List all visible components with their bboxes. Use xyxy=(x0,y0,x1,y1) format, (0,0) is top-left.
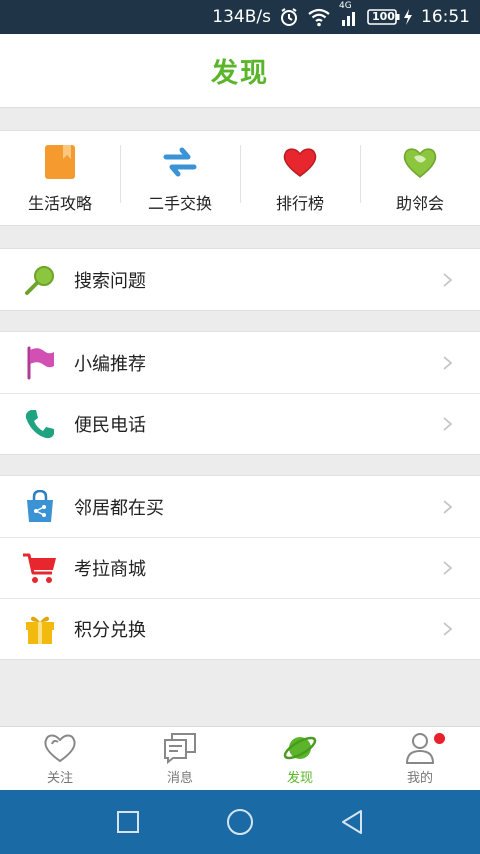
flag-icon xyxy=(22,345,58,381)
chevron-right-icon xyxy=(443,355,453,370)
menu-item-service-phone[interactable]: 便民电话 xyxy=(0,393,480,454)
heart-icon xyxy=(280,142,320,182)
phone-icon xyxy=(22,406,58,442)
user-icon xyxy=(402,731,438,765)
clock: 16:51 xyxy=(421,7,470,27)
menu-item-label: 邻居都在买 xyxy=(74,497,164,519)
chevron-right-icon xyxy=(443,561,453,575)
back-button[interactable] xyxy=(322,802,382,842)
tab-label: 关注 xyxy=(46,771,73,786)
quick-item-life-guide[interactable]: 生活攻略 xyxy=(0,131,120,225)
alarm-icon xyxy=(279,7,299,27)
tab-label: 发现 xyxy=(286,771,313,786)
tab-label: 我的 xyxy=(406,771,433,786)
notification-badge xyxy=(434,733,445,744)
search-icon xyxy=(22,262,58,298)
quick-item-label: 助邻会 xyxy=(395,194,444,213)
book-icon xyxy=(40,142,80,182)
menu-group-search: 搜索问题 xyxy=(0,248,480,311)
menu-item-points-exchange[interactable]: 积分兑换 xyxy=(0,598,480,659)
quick-item-label: 二手交换 xyxy=(147,194,212,213)
circle-icon xyxy=(227,809,253,835)
quick-item-second-hand[interactable]: 二手交换 xyxy=(120,131,240,225)
message-icon xyxy=(162,731,198,765)
recent-apps-button[interactable] xyxy=(98,802,158,842)
menu-item-label: 便民电话 xyxy=(74,415,146,436)
menu-item-editor-picks[interactable]: 小编推荐 xyxy=(0,332,480,393)
network-type: 4G xyxy=(339,1,352,11)
menu-item-kaola-mall[interactable]: 考拉商城 xyxy=(0,537,480,598)
shopping-bag-icon xyxy=(22,489,58,525)
square-icon xyxy=(117,811,139,833)
swap-arrows-icon xyxy=(160,142,200,182)
quick-item-label: 生活攻略 xyxy=(27,194,92,213)
tab-follow[interactable]: 关注 xyxy=(0,727,120,790)
menu-group-shopping: 邻居都在买 考拉商城 积分兑换 xyxy=(0,475,480,660)
status-bar: 134B/s 4G 100 16:51 xyxy=(0,0,480,34)
shopping-cart-icon xyxy=(22,550,58,586)
gift-icon xyxy=(22,611,58,647)
menu-item-label: 小编推荐 xyxy=(74,353,146,375)
menu-item-label: 考拉商城 xyxy=(74,559,146,580)
tab-discover[interactable]: 发现 xyxy=(240,727,360,790)
charging-icon xyxy=(403,8,413,26)
menu-item-neighbors-buy[interactable]: 邻居都在买 xyxy=(0,476,480,537)
network-speed: 134B/s xyxy=(212,7,271,27)
home-button[interactable] xyxy=(210,802,270,842)
quick-entry-grid: 生活攻略 二手交换 排行榜 助邻会 xyxy=(0,130,480,226)
quick-item-ranking[interactable]: 排行榜 xyxy=(240,131,360,225)
wifi-icon xyxy=(307,7,331,27)
cellular-signal-icon: 4G xyxy=(339,1,359,27)
menu-item-label: 搜索问题 xyxy=(74,270,146,292)
chevron-right-icon xyxy=(443,622,453,636)
menu-item-label: 积分兑换 xyxy=(74,620,146,641)
chevron-right-icon xyxy=(443,272,453,287)
quick-item-label: 排行榜 xyxy=(275,194,324,213)
leaf-heart-icon xyxy=(400,142,440,182)
back-triangle-icon xyxy=(342,810,362,834)
page-header: 发现 xyxy=(0,34,480,108)
system-nav-bar xyxy=(0,790,480,854)
menu-group-recommend: 小编推荐 便民电话 xyxy=(0,331,480,455)
page-title: 发现 xyxy=(211,58,269,89)
chevron-right-icon xyxy=(443,417,453,431)
chevron-right-icon xyxy=(443,499,453,514)
tab-messages[interactable]: 消息 xyxy=(120,727,240,790)
tab-label: 消息 xyxy=(166,771,193,786)
planet-icon xyxy=(282,731,318,765)
bottom-tab-bar: 关注 消息 发现 我的 xyxy=(0,726,480,790)
menu-item-search-question[interactable]: 搜索问题 xyxy=(0,249,480,310)
heart-outline-icon xyxy=(42,731,78,765)
tab-me[interactable]: 我的 xyxy=(360,727,480,790)
battery-level: 100 xyxy=(372,10,395,23)
quick-item-neighbor-help[interactable]: 助邻会 xyxy=(360,131,480,225)
battery-icon: 100 xyxy=(367,8,401,26)
